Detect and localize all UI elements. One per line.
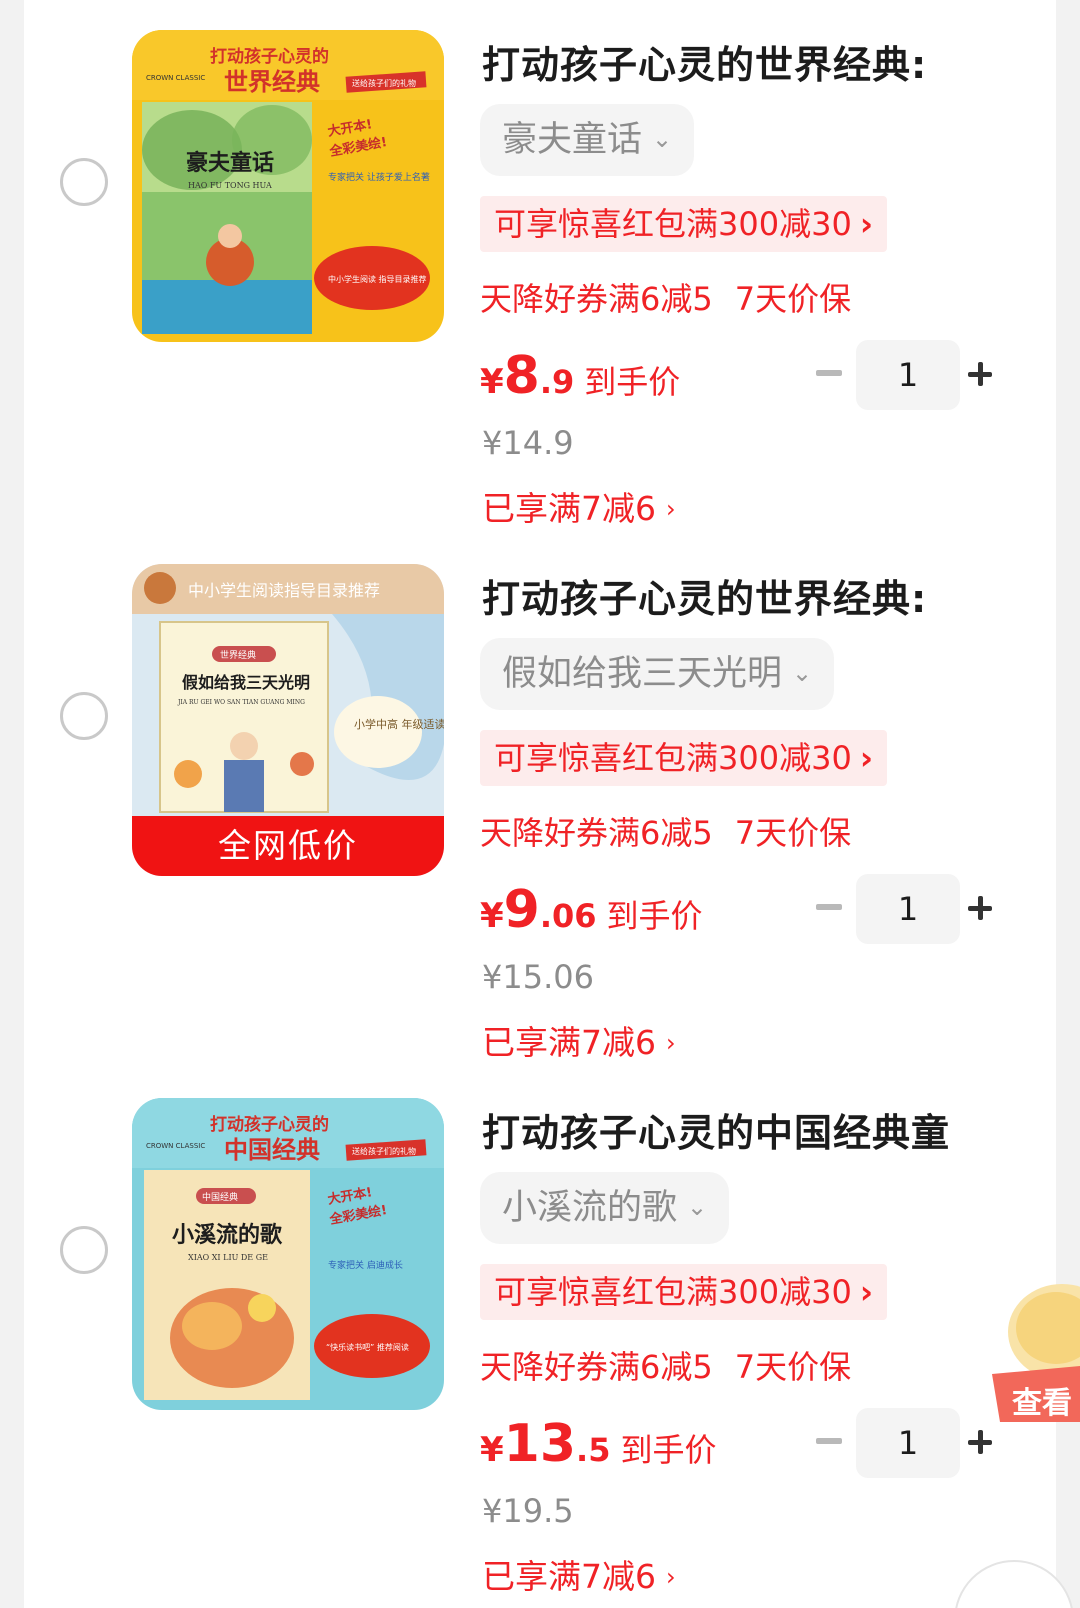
minus-button[interactable]: [816, 370, 842, 376]
plus-button[interactable]: [968, 362, 992, 386]
minus-button[interactable]: [816, 904, 842, 910]
quantity-stepper: 1: [816, 340, 1016, 410]
product-image[interactable]: 打动孩子心灵的 中国经典 CROWN CLASSIC 送给孩子们的礼物 中国经典…: [132, 1098, 444, 1410]
coupon-line: 天降好券满6减5 7天价保: [480, 808, 851, 854]
svg-text:CROWN CLASSIC: CROWN CLASSIC: [146, 1142, 205, 1150]
sku-label: 豪夫童话: [502, 120, 643, 160]
book-cover-haufu: 打动孩子心灵的 世界经典 CROWN CLASSIC 送给孩子们的礼物 豪夫童话…: [132, 30, 444, 342]
product-title[interactable]: 打动孩子心灵的世界经典:: [482, 34, 927, 89]
chevron-right-icon: ›: [666, 1029, 676, 1057]
cart-item: 打动孩子心灵的 世界经典 CROWN CLASSIC 送给孩子们的礼物 豪夫童话…: [24, 0, 1056, 546]
final-price: ¥8.9 到手价: [480, 346, 681, 406]
sku-selector[interactable]: 小溪流的歌 ⌄: [480, 1172, 730, 1244]
chevron-right-icon: ›: [859, 1273, 873, 1311]
svg-text:HAO FU TONG HUA: HAO FU TONG HUA: [188, 181, 272, 190]
price-guarantee-tag: 7天价保: [734, 280, 852, 318]
quantity-input[interactable]: 1: [856, 874, 960, 944]
original-price: ¥14.9: [482, 424, 574, 462]
chevron-right-icon: ›: [666, 1563, 676, 1591]
select-radio[interactable]: [60, 692, 108, 740]
discount-applied[interactable]: 已享满7减6 ›: [482, 482, 676, 530]
coupon-tag: 天降好券满6减5: [480, 1348, 713, 1386]
svg-text:“快乐读书吧” 推荐阅读: “快乐读书吧” 推荐阅读: [326, 1342, 409, 1352]
svg-text:打动孩子心灵的: 打动孩子心灵的: [210, 46, 329, 67]
quantity-stepper: 1: [816, 874, 1016, 944]
svg-text:打动孩子心灵的: 打动孩子心灵的: [210, 1114, 329, 1135]
product-image[interactable]: 中小学生阅读指导目录推荐 世界经典 假如给我三天光明 JIA RU GEI WO…: [132, 564, 444, 876]
select-radio[interactable]: [60, 1226, 108, 1274]
coupon-tag: 天降好券满6减5: [480, 814, 713, 852]
sku-label: 小溪流的歌: [502, 1188, 678, 1228]
svg-text:专家把关 让孩子爱上名著: 专家把关 让孩子爱上名著: [328, 171, 430, 183]
coupon-tag: 天降好券满6减5: [480, 280, 713, 318]
svg-text:中国经典: 中国经典: [224, 1135, 320, 1164]
cart-item: 打动孩子心灵的 中国经典 CROWN CLASSIC 送给孩子们的礼物 中国经典…: [24, 1068, 1056, 1608]
svg-text:小溪流的歌: 小溪流的歌: [172, 1222, 283, 1248]
minus-button[interactable]: [816, 1438, 842, 1444]
red-packet-promo[interactable]: 可享惊喜红包满300减30 ›: [480, 1264, 887, 1320]
price-guarantee-tag: 7天价保: [734, 814, 852, 852]
chevron-right-icon: ›: [859, 739, 873, 777]
svg-text:假如给我三天光明: 假如给我三天光明: [182, 673, 310, 692]
final-price: ¥13.5 到手价: [480, 1414, 717, 1474]
chevron-right-icon: ›: [859, 205, 873, 243]
promo-text: 可享惊喜红包满300减30: [494, 1273, 852, 1311]
svg-text:CROWN CLASSIC: CROWN CLASSIC: [146, 74, 205, 82]
cart-list: 打动孩子心灵的 世界经典 CROWN CLASSIC 送给孩子们的礼物 豪夫童话…: [24, 0, 1074, 1608]
chevron-right-icon: ›: [666, 495, 676, 523]
red-packet-promo[interactable]: 可享惊喜红包满300减30 ›: [480, 730, 887, 786]
original-price: ¥15.06: [482, 958, 594, 996]
red-packet-promo[interactable]: 可享惊喜红包满300减30 ›: [480, 196, 887, 252]
quantity-input[interactable]: 1: [856, 1408, 960, 1478]
chevron-down-icon: ⌄: [687, 1193, 708, 1221]
svg-text:送给孩子们的礼物: 送给孩子们的礼物: [352, 1146, 416, 1156]
quantity-input[interactable]: 1: [856, 340, 960, 410]
select-radio[interactable]: [60, 158, 108, 206]
chevron-down-icon: ⌄: [652, 125, 673, 153]
book-cover-creek-song: 打动孩子心灵的 中国经典 CROWN CLASSIC 送给孩子们的礼物 中国经典…: [132, 1098, 444, 1410]
original-price: ¥19.5: [482, 1492, 574, 1530]
sku-label: 假如给我三天光明: [502, 654, 783, 694]
quantity-stepper: 1: [816, 1408, 1016, 1478]
svg-text:送给孩子们的礼物: 送给孩子们的礼物: [352, 78, 416, 88]
svg-text:中小学生阅读指导目录推荐: 中小学生阅读指导目录推荐: [188, 581, 380, 600]
svg-text:中国经典: 中国经典: [202, 1191, 238, 1203]
svg-text:中小学生阅读 指导目录推荐: 中小学生阅读 指导目录推荐: [328, 274, 427, 284]
svg-text:小学中高 年级适读: 小学中高 年级适读: [354, 717, 444, 731]
svg-text:豪夫童话: 豪夫童话: [186, 150, 274, 176]
sku-selector[interactable]: 假如给我三天光明 ⌄: [480, 638, 835, 710]
svg-text:JIA RU GEI WO SAN TIAN GUANG M: JIA RU GEI WO SAN TIAN GUANG MING: [177, 699, 305, 706]
price-guarantee-tag: 7天价保: [734, 1348, 852, 1386]
final-price: ¥9.06 到手价: [480, 880, 703, 940]
product-title[interactable]: 打动孩子心灵的中国经典童: [482, 1102, 950, 1157]
discount-applied[interactable]: 已享满7减6 ›: [482, 1550, 676, 1598]
chevron-down-icon: ⌄: [792, 659, 813, 687]
lowest-price-badge: 全网低价: [132, 816, 444, 876]
promo-text: 可享惊喜红包满300减30: [494, 739, 852, 777]
svg-text:世界经典: 世界经典: [224, 67, 320, 96]
plus-button[interactable]: [968, 1430, 992, 1454]
svg-text:专家把关 启迪成长: 专家把关 启迪成长: [328, 1259, 403, 1271]
plus-button[interactable]: [968, 896, 992, 920]
svg-text:世界经典: 世界经典: [220, 649, 256, 661]
product-title[interactable]: 打动孩子心灵的世界经典:: [482, 568, 927, 623]
product-image[interactable]: 打动孩子心灵的 世界经典 CROWN CLASSIC 送给孩子们的礼物 豪夫童话…: [132, 30, 444, 342]
coupon-line: 天降好券满6减5 7天价保: [480, 274, 851, 320]
floating-view-button[interactable]: 查看: [992, 1282, 1080, 1432]
discount-applied[interactable]: 已享满7减6 ›: [482, 1016, 676, 1064]
cart-item: 中小学生阅读指导目录推荐 世界经典 假如给我三天光明 JIA RU GEI WO…: [24, 534, 1056, 1080]
svg-text:XIAO XI LIU DE GE: XIAO XI LIU DE GE: [188, 1253, 268, 1262]
coupon-line: 天降好券满6减5 7天价保: [480, 1342, 851, 1388]
promo-text: 可享惊喜红包满300减30: [494, 205, 852, 243]
floating-button-label: 查看: [1012, 1386, 1072, 1421]
sku-selector[interactable]: 豪夫童话 ⌄: [480, 104, 695, 176]
